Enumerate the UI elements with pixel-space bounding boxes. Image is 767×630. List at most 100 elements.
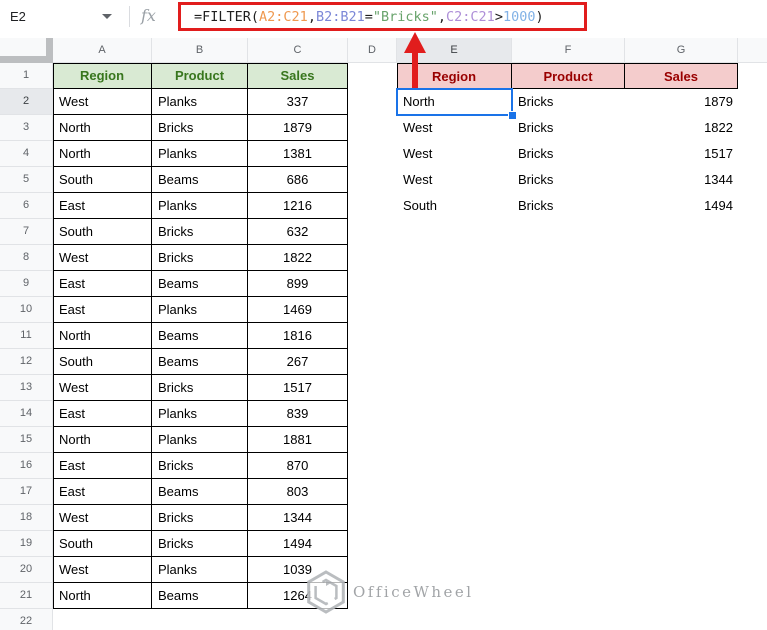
row-header-11[interactable]: 11 <box>0 323 53 349</box>
row-header-18[interactable]: 18 <box>0 505 53 531</box>
row-header-22[interactable]: 22 <box>0 609 53 630</box>
cell-A5[interactable]: South <box>53 167 152 193</box>
column-header-F[interactable]: F <box>512 38 625 63</box>
cell-C3[interactable]: 1879 <box>248 115 348 141</box>
cell-C15[interactable]: 1881 <box>248 427 348 453</box>
cell-G3[interactable]: 1822 <box>625 115 738 141</box>
cell-C11[interactable]: 1816 <box>248 323 348 349</box>
cell-B18[interactable]: Bricks <box>152 505 248 531</box>
cell-C21[interactable]: 1264 <box>248 583 348 609</box>
cell-B13[interactable]: Bricks <box>152 375 248 401</box>
fill-handle[interactable] <box>508 111 517 120</box>
cell-A4[interactable]: North <box>53 141 152 167</box>
cell-A14[interactable]: East <box>53 401 152 427</box>
cell-C18[interactable]: 1344 <box>248 505 348 531</box>
row-header-6[interactable]: 6 <box>0 193 53 219</box>
cell-B16[interactable]: Bricks <box>152 453 248 479</box>
cell-G1[interactable]: Sales <box>625 63 738 89</box>
row-header-2[interactable]: 2 <box>0 89 53 115</box>
cell-C6[interactable]: 1216 <box>248 193 348 219</box>
cell-A16[interactable]: East <box>53 453 152 479</box>
row-header-13[interactable]: 13 <box>0 375 53 401</box>
cell-A10[interactable]: East <box>53 297 152 323</box>
cell-G2[interactable]: 1879 <box>625 89 738 115</box>
cell-B8[interactable]: Bricks <box>152 245 248 271</box>
row-header-3[interactable]: 3 <box>0 115 53 141</box>
cell-B21[interactable]: Beams <box>152 583 248 609</box>
cell-A19[interactable]: South <box>53 531 152 557</box>
row-header-16[interactable]: 16 <box>0 453 53 479</box>
column-header-A[interactable]: A <box>53 38 152 63</box>
cell-A2[interactable]: West <box>53 89 152 115</box>
row-header-9[interactable]: 9 <box>0 271 53 297</box>
cell-C7[interactable]: 632 <box>248 219 348 245</box>
cell-B20[interactable]: Planks <box>152 557 248 583</box>
row-header-14[interactable]: 14 <box>0 401 53 427</box>
row-header-4[interactable]: 4 <box>0 141 53 167</box>
row-header-10[interactable]: 10 <box>0 297 53 323</box>
cell-C8[interactable]: 1822 <box>248 245 348 271</box>
column-header-C[interactable]: C <box>248 38 348 63</box>
row-header-19[interactable]: 19 <box>0 531 53 557</box>
select-all-corner[interactable] <box>0 38 53 63</box>
cell-A6[interactable]: East <box>53 193 152 219</box>
cell-C16[interactable]: 870 <box>248 453 348 479</box>
cell-C9[interactable]: 899 <box>248 271 348 297</box>
cell-E2[interactable]: North <box>397 89 512 115</box>
name-box-dropdown-icon[interactable] <box>102 14 112 19</box>
cell-B10[interactable]: Planks <box>152 297 248 323</box>
cell-A17[interactable]: East <box>53 479 152 505</box>
cell-C5[interactable]: 686 <box>248 167 348 193</box>
cell-C13[interactable]: 1517 <box>248 375 348 401</box>
cell-E3[interactable]: West <box>397 115 512 141</box>
cell-A13[interactable]: West <box>53 375 152 401</box>
row-header-8[interactable]: 8 <box>0 245 53 271</box>
cell-A20[interactable]: West <box>53 557 152 583</box>
cell-A18[interactable]: West <box>53 505 152 531</box>
cell-F3[interactable]: Bricks <box>512 115 625 141</box>
cell-B9[interactable]: Beams <box>152 271 248 297</box>
cell-B15[interactable]: Planks <box>152 427 248 453</box>
row-header-21[interactable]: 21 <box>0 583 53 609</box>
cell-B11[interactable]: Beams <box>152 323 248 349</box>
cell-C1[interactable]: Sales <box>248 63 348 89</box>
cell-B5[interactable]: Beams <box>152 167 248 193</box>
row-header-17[interactable]: 17 <box>0 479 53 505</box>
cell-C14[interactable]: 839 <box>248 401 348 427</box>
cell-E4[interactable]: West <box>397 141 512 167</box>
cell-C4[interactable]: 1381 <box>248 141 348 167</box>
cell-E5[interactable]: West <box>397 167 512 193</box>
cell-B19[interactable]: Bricks <box>152 531 248 557</box>
cell-G6[interactable]: 1494 <box>625 193 738 219</box>
cell-A3[interactable]: North <box>53 115 152 141</box>
row-header-15[interactable]: 15 <box>0 427 53 453</box>
row-header-7[interactable]: 7 <box>0 219 53 245</box>
cell-A9[interactable]: East <box>53 271 152 297</box>
cell-B12[interactable]: Beams <box>152 349 248 375</box>
cell-A15[interactable]: North <box>53 427 152 453</box>
cell-A8[interactable]: West <box>53 245 152 271</box>
cell-B2[interactable]: Planks <box>152 89 248 115</box>
cell-A1[interactable]: Region <box>53 63 152 89</box>
cell-B4[interactable]: Planks <box>152 141 248 167</box>
cell-C20[interactable]: 1039 <box>248 557 348 583</box>
cell-F4[interactable]: Bricks <box>512 141 625 167</box>
cell-A21[interactable]: North <box>53 583 152 609</box>
cell-F6[interactable]: Bricks <box>512 193 625 219</box>
cell-F2[interactable]: Bricks <box>512 89 625 115</box>
cell-B6[interactable]: Planks <box>152 193 248 219</box>
row-header-20[interactable]: 20 <box>0 557 53 583</box>
cell-G4[interactable]: 1517 <box>625 141 738 167</box>
cell-B3[interactable]: Bricks <box>152 115 248 141</box>
column-header-B[interactable]: B <box>152 38 248 63</box>
cell-E6[interactable]: South <box>397 193 512 219</box>
cell-A11[interactable]: North <box>53 323 152 349</box>
cell-F1[interactable]: Product <box>512 63 625 89</box>
cell-C19[interactable]: 1494 <box>248 531 348 557</box>
row-header-5[interactable]: 5 <box>0 167 53 193</box>
cell-G5[interactable]: 1344 <box>625 167 738 193</box>
formula-input[interactable]: =FILTER(A2:C21,B2:B21="Bricks",C2:C21>10… <box>178 2 587 31</box>
cell-A7[interactable]: South <box>53 219 152 245</box>
cell-F5[interactable]: Bricks <box>512 167 625 193</box>
cell-C10[interactable]: 1469 <box>248 297 348 323</box>
